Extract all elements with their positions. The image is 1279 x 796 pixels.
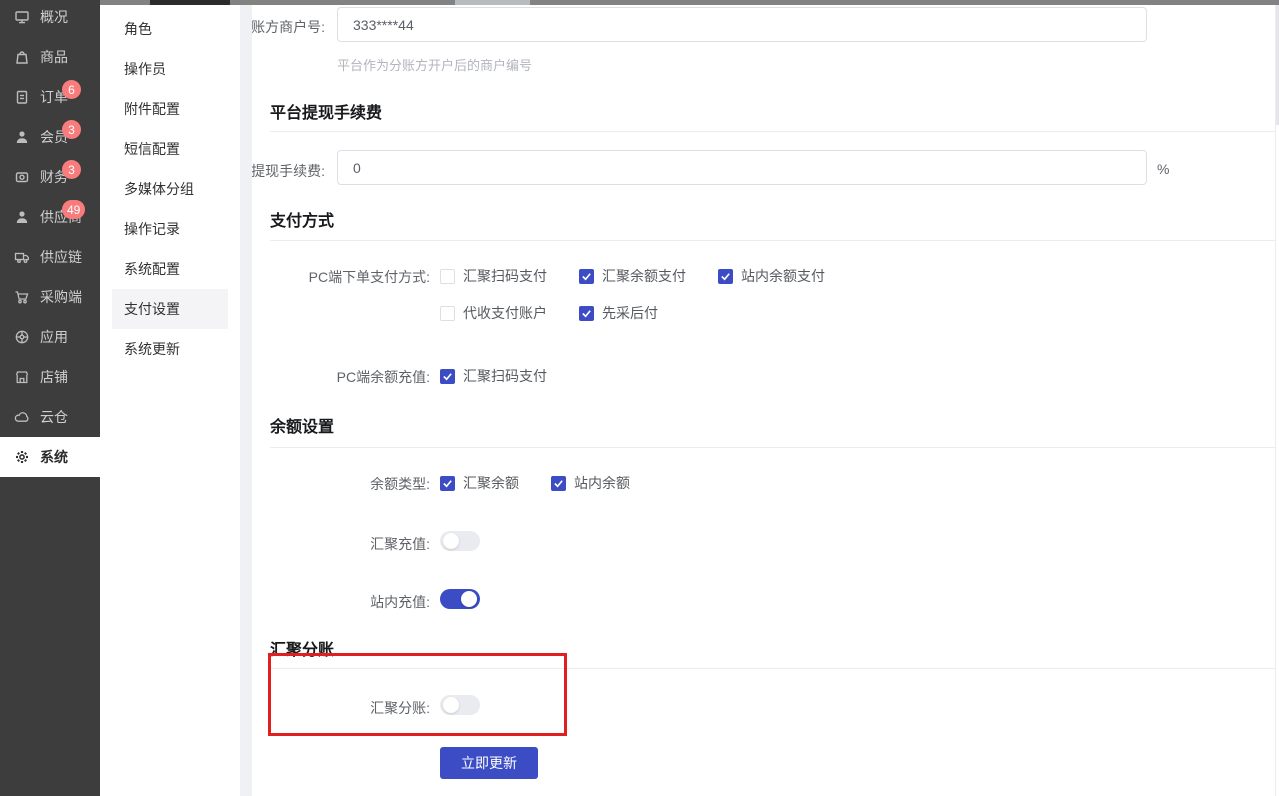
submenu-item-roles[interactable]: 角色: [112, 9, 228, 49]
sidebar-item-finance[interactable]: 财务 3: [0, 157, 100, 197]
toggle-knob: [443, 533, 459, 549]
system-submenu: 角色 操作员 附件配置 短信配置 多媒体分组 操作记录 系统配置 支付设置 系统…: [100, 5, 240, 796]
checkbox-site-balance-pay[interactable]: 站内余额支付: [718, 266, 825, 286]
sidebar-item-suppliers[interactable]: 供应商 49: [0, 197, 100, 237]
submenu-item-payment-settings[interactable]: 支付设置: [112, 289, 228, 329]
checkbox-juhe-balance[interactable]: 汇聚余额: [440, 473, 519, 493]
pc-recharge-label: PC端余额充值:: [230, 367, 430, 387]
finance-icon: [14, 169, 30, 185]
content-scroll-gutter[interactable]: [240, 5, 252, 796]
sidebar-item-label: 采购端: [40, 287, 82, 307]
payment-section-title: 支付方式: [270, 207, 334, 231]
withdraw-fee-input[interactable]: [337, 150, 1147, 185]
checkbox-icon: [440, 269, 455, 284]
withdraw-section-title: 平台提现手续费: [270, 99, 382, 123]
suppliers-badge: 49: [62, 200, 85, 219]
sidebar-item-system[interactable]: 系统: [0, 437, 100, 477]
section-divider: [270, 668, 1279, 669]
sidebar-item-label: 店铺: [40, 367, 68, 387]
finance-badge: 3: [62, 160, 81, 179]
apps-icon: [14, 329, 30, 345]
checkbox-checked-icon: [579, 269, 594, 284]
truck-icon: [14, 249, 30, 265]
submenu-item-operation-log[interactable]: 操作记录: [112, 209, 228, 249]
sidebar-item-label: 云仓: [40, 407, 68, 427]
checkbox-pay-after-purchase[interactable]: 先采后付: [579, 303, 658, 323]
sidebar-item-members[interactable]: 会员 3: [0, 117, 100, 157]
sidebar-item-cloud-warehouse[interactable]: 云仓: [0, 397, 100, 437]
main-nav: 概况 商品 订单 6 会员 3: [0, 0, 100, 477]
checkbox-site-balance[interactable]: 站内余额: [551, 473, 630, 493]
section-divider: [270, 447, 1279, 448]
orders-badge: 6: [62, 80, 81, 99]
top-scrollbar[interactable]: [100, 0, 1279, 5]
bag-icon: [14, 49, 30, 65]
checkbox-juhe-scan-pay[interactable]: 汇聚扫码支付: [440, 266, 547, 286]
sidebar-item-label: 应用: [40, 327, 68, 347]
pc-recharge-row: 汇聚扫码支付: [440, 366, 547, 386]
submenu-item-system-config[interactable]: 系统配置: [112, 249, 228, 289]
sidebar-item-apps[interactable]: 应用: [0, 317, 100, 357]
top-scrollbar-thumb[interactable]: [150, 0, 230, 5]
section-divider: [270, 131, 1279, 132]
cart-icon: [14, 289, 30, 305]
submenu-item-attachment-config[interactable]: 附件配置: [112, 89, 228, 129]
cloud-icon: [14, 409, 30, 425]
top-scrollbar-gap: [455, 0, 530, 5]
merchant-no-help: 平台作为分账方开户后的商户编号: [337, 55, 532, 74]
toggle-knob: [443, 697, 459, 713]
page: 概况 商品 订单 6 会员 3: [0, 0, 1279, 796]
sidebar-item-orders[interactable]: 订单 6: [0, 77, 100, 117]
checkbox-juhe-balance-pay[interactable]: 汇聚余额支付: [579, 266, 686, 286]
section-divider: [270, 240, 1279, 241]
clipboard-icon: [14, 89, 30, 105]
percent-suffix: %: [1157, 161, 1169, 177]
sidebar-item-overview[interactable]: 概况: [0, 0, 100, 37]
merchant-no-input[interactable]: [337, 7, 1147, 42]
checkbox-checked-icon: [579, 306, 594, 321]
update-now-button[interactable]: 立即更新: [440, 747, 538, 779]
annotation-red-box: [268, 653, 567, 736]
pc-order-methods-label: PC端下单支付方式:: [230, 267, 430, 287]
sidebar-item-goods[interactable]: 商品: [0, 37, 100, 77]
site-recharge-toggle[interactable]: [440, 589, 480, 609]
sidebar-item-label: 概况: [40, 7, 68, 27]
submenu-item-system-update[interactable]: 系统更新: [112, 329, 228, 369]
checkbox-icon: [440, 306, 455, 321]
submenu-item-media-groups[interactable]: 多媒体分组: [112, 169, 228, 209]
pc-order-methods-row1: 汇聚扫码支付 汇聚余额支付 站内余额支付: [440, 266, 825, 286]
checkbox-checked-icon: [440, 476, 455, 491]
sidebar-item-supply-chain[interactable]: 供应链: [0, 237, 100, 277]
toggle-knob: [461, 591, 477, 607]
main-sidebar: 概况 商品 订单 6 会员 3: [0, 0, 100, 796]
site-recharge-label: 站内充值:: [230, 592, 430, 612]
pc-order-methods-row2: 代收支付账户 先采后付: [440, 303, 658, 323]
balance-type-row: 汇聚余额 站内余额: [440, 473, 630, 493]
submenu-item-sms-config[interactable]: 短信配置: [112, 129, 228, 169]
submenu-item-operators[interactable]: 操作员: [112, 49, 228, 89]
supplier-icon: [14, 209, 30, 225]
balance-section-title: 余额设置: [270, 413, 334, 437]
monitor-icon: [14, 9, 30, 25]
balance-type-label: 余额类型:: [230, 474, 430, 494]
sidebar-item-shops[interactable]: 店铺: [0, 357, 100, 397]
sidebar-item-label: 商品: [40, 47, 68, 67]
checkbox-checked-icon: [551, 476, 566, 491]
sidebar-item-label: 供应链: [40, 247, 82, 267]
juhe-recharge-label: 汇聚充值:: [230, 534, 430, 554]
member-icon: [14, 129, 30, 145]
checkbox-recharge-juhe-scan-pay[interactable]: 汇聚扫码支付: [440, 366, 547, 386]
checkbox-collection-account[interactable]: 代收支付账户: [440, 303, 547, 323]
juhe-split-label: 汇聚分账:: [230, 698, 430, 718]
shop-icon: [14, 369, 30, 385]
juhe-recharge-toggle[interactable]: [440, 531, 480, 551]
gear-icon: [14, 449, 30, 465]
checkbox-checked-icon: [718, 269, 733, 284]
split-section-title: 汇聚分账: [270, 636, 334, 660]
juhe-split-toggle[interactable]: [440, 695, 480, 715]
checkbox-checked-icon: [440, 369, 455, 384]
members-badge: 3: [62, 120, 81, 139]
sidebar-item-label: 系统: [40, 447, 68, 467]
sidebar-item-procurement[interactable]: 采购端: [0, 277, 100, 317]
